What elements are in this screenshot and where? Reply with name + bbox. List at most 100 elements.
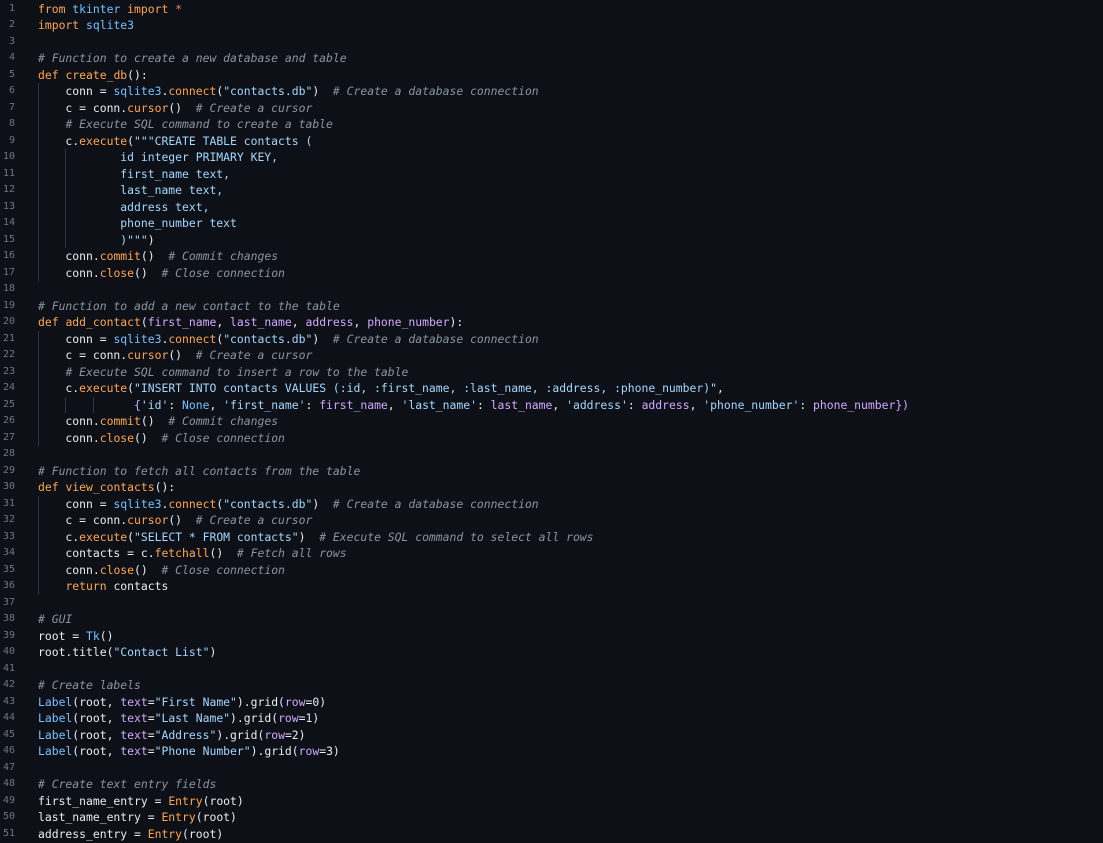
code-line[interactable]: 51 address_entry = Entry(root) <box>0 826 1103 843</box>
code-line[interactable]: 7 c = conn.cursor() # Create a cursor <box>0 99 1103 116</box>
code-line[interactable]: 26 conn.commit() # Commit changes <box>0 413 1103 430</box>
code-line[interactable]: 5 def create_db(): <box>0 67 1103 84</box>
code-text: last_name text, <box>38 183 224 197</box>
code-line[interactable]: 25 {'id': None, 'first_name': first_name… <box>0 396 1103 413</box>
code-text: phone_number text <box>38 216 237 230</box>
line-number: 11 <box>2 167 15 179</box>
code-line[interactable]: 41 <box>0 661 1103 678</box>
code-text: # Create text entry fields <box>38 777 217 791</box>
line-number: 32 <box>2 514 15 525</box>
code-line[interactable]: 20 def add_contact(first_name, last_name,… <box>0 314 1103 331</box>
code-line[interactable]: 9 c.execute("""CREATE TABLE contacts ( <box>0 132 1103 149</box>
code-line[interactable]: 28 <box>0 446 1103 463</box>
line-number: 38 <box>2 613 15 624</box>
code-line[interactable]: 27 conn.close() # Close connection <box>0 429 1103 446</box>
line-number: 43 <box>2 695 15 707</box>
line-number: 27 <box>2 431 15 443</box>
code-line[interactable]: 10 id integer PRIMARY KEY, <box>0 149 1103 166</box>
code-text: # Create labels <box>38 678 141 692</box>
code-text: import sqlite3 <box>38 18 135 32</box>
code-line[interactable]: 50 last_name_entry = Entry(root) <box>0 809 1103 826</box>
code-text: Label(root, text="Last Name").grid(row=1… <box>38 711 320 725</box>
code-line[interactable]: 4 # Function to create a new database and… <box>0 50 1103 67</box>
code-text: conn = sqlite3.connect("contacts.db") # … <box>38 84 539 98</box>
line-number: 44 <box>2 712 15 723</box>
code-line[interactable]: 16 conn.commit() # Commit changes <box>0 248 1103 265</box>
code-line[interactable]: 21 conn = sqlite3.connect("contacts.db")… <box>0 330 1103 347</box>
line-number: 45 <box>2 728 15 740</box>
code-line[interactable]: 15 )""") <box>0 231 1103 248</box>
code-line[interactable]: 38 # GUI <box>0 611 1103 628</box>
line-number: 18 <box>2 283 15 294</box>
code-line[interactable]: 12 last_name text, <box>0 182 1103 199</box>
code-text: Label(root, text="Address").grid(row=2) <box>38 727 306 742</box>
code-line[interactable]: 14 phone_number text <box>0 215 1103 232</box>
code-line[interactable]: 48 # Create text entry fields <box>0 776 1103 793</box>
line-number: 25 <box>2 398 15 410</box>
code-line[interactable]: 44 Label(root, text="Last Name").grid(row… <box>0 710 1103 727</box>
code-line[interactable]: 32 c = conn.cursor() # Create a cursor <box>0 512 1103 529</box>
line-number: 15 <box>2 233 15 245</box>
code-line[interactable]: 29 # Function to fetch all contacts from … <box>0 463 1103 480</box>
line-number: 34 <box>2 547 15 558</box>
code-line[interactable]: 6 conn = sqlite3.connect("contacts.db") … <box>0 83 1103 100</box>
code-line[interactable]: 24 c.execute("INSERT INTO contacts VALUE… <box>0 380 1103 397</box>
code-text: conn.commit() # Commit changes <box>38 414 279 428</box>
code-line[interactable]: 43 Label(root, text="First Name").grid(ro… <box>0 694 1103 711</box>
line-number: 22 <box>2 349 15 360</box>
code-line[interactable]: 22 c = conn.cursor() # Create a cursor <box>0 347 1103 364</box>
line-number: 4 <box>8 52 15 63</box>
line-number: 37 <box>2 596 15 608</box>
code-line[interactable]: 40 root.title("Contact List") <box>0 644 1103 661</box>
code-line[interactable]: 45 Label(root, text="Address").grid(row=2… <box>0 727 1103 744</box>
code-text: {'id': None, 'first_name': first_name, '… <box>134 397 910 412</box>
code-text: c.execute("INSERT INTO contacts VALUES (… <box>38 381 724 395</box>
line-number: 6 <box>8 85 15 96</box>
line-number: 2 <box>8 19 15 30</box>
code-line[interactable]: 3 <box>0 34 1103 51</box>
line-number: 16 <box>2 250 15 261</box>
line-number: 19 <box>2 299 15 311</box>
code-line[interactable]: 19 # Function to add a new contact to the… <box>0 298 1103 315</box>
line-number: 23 <box>2 365 15 377</box>
line-number: 10 <box>2 151 15 162</box>
code-line[interactable]: 2 import sqlite3 <box>0 17 1103 34</box>
line-number: 33 <box>2 530 15 542</box>
code-line[interactable]: 31 conn = sqlite3.connect("contacts.db")… <box>0 495 1103 512</box>
code-line[interactable]: 23 # Execute SQL command to insert a row… <box>0 363 1103 380</box>
line-number: 5 <box>8 68 15 80</box>
code-text: conn = sqlite3.connect("contacts.db") # … <box>38 496 539 511</box>
code-line[interactable]: 1 from tkinter import * <box>0 1 1103 18</box>
code-line[interactable]: 11 first_name text, <box>0 165 1103 182</box>
line-number: 9 <box>8 134 15 146</box>
code-line[interactable]: 47 <box>0 760 1103 777</box>
line-number: 3 <box>8 35 15 47</box>
code-text: first_name_entry = Entry(root) <box>38 793 244 808</box>
code-line[interactable]: 13 address text, <box>0 198 1103 215</box>
line-number: 30 <box>2 481 15 492</box>
code-text: address text, <box>38 199 210 214</box>
code-text: return contacts <box>65 579 169 593</box>
code-line[interactable]: 34 contacts = c.fetchall() # Fetch all r… <box>0 545 1103 562</box>
code-line[interactable]: 39 root = Tk() <box>0 628 1103 645</box>
code-line[interactable]: 17 conn.close() # Close connection <box>0 264 1103 281</box>
line-number: 20 <box>2 316 15 327</box>
code-line[interactable]: 8 # Execute SQL command to create a tabl… <box>0 116 1103 133</box>
code-line[interactable]: 36 return contacts <box>0 578 1103 595</box>
line-number: 1 <box>8 2 15 14</box>
code-line[interactable]: 30 def view_contacts(): <box>0 479 1103 496</box>
code-line[interactable]: 37 <box>0 595 1103 612</box>
code-editor[interactable]: 1 from tkinter import * 2 import sqlite3 3 4 #… <box>0 0 1103 843</box>
code-text: conn.commit() # Commit changes <box>38 249 279 263</box>
code-line[interactable]: 18 <box>0 281 1103 298</box>
line-number: 42 <box>2 679 15 690</box>
line-number: 7 <box>8 101 15 113</box>
line-number: 36 <box>2 580 15 591</box>
code-line[interactable]: 42 # Create labels <box>0 677 1103 694</box>
code-line[interactable]: 46 Label(root, text="Phone Number").grid(… <box>0 743 1103 760</box>
code-text: c.execute("SELECT * FROM contacts") # Ex… <box>38 529 594 544</box>
code-line[interactable]: 33 c.execute("SELECT * FROM contacts") #… <box>0 528 1103 545</box>
code-line[interactable]: 35 conn.close() # Close connection <box>0 561 1103 578</box>
code-text: from tkinter import * <box>38 1 183 16</box>
code-line[interactable]: 49 first_name_entry = Entry(root) <box>0 793 1103 810</box>
